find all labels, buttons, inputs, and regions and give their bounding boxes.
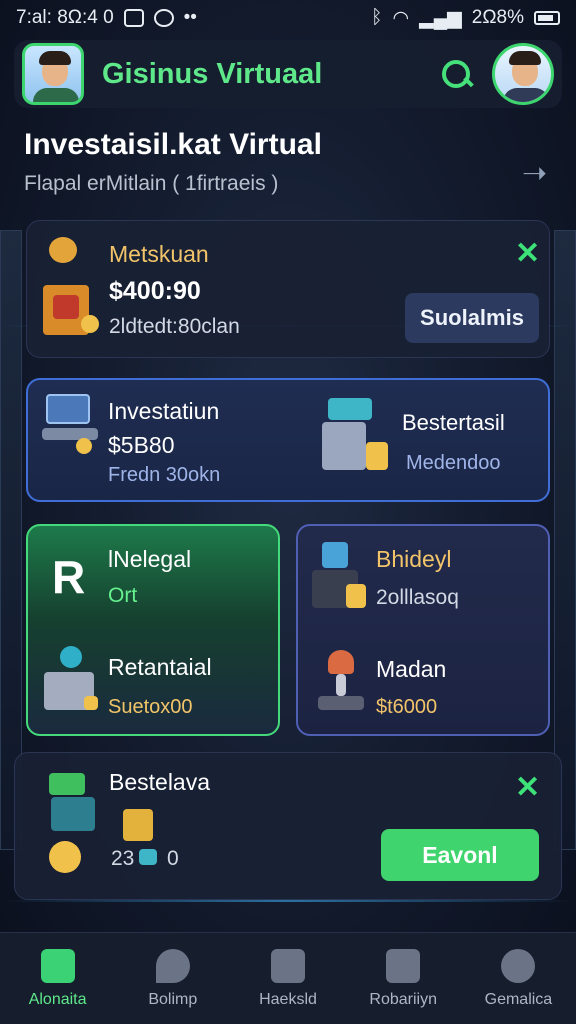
- location-icon: [155, 948, 190, 983]
- card-action-button[interactable]: Suolalmis: [405, 293, 539, 343]
- character-figure-illustration: [314, 650, 368, 714]
- nav-item-haeksld[interactable]: Haeksld: [230, 933, 345, 1024]
- nav-label: Gemalica: [484, 990, 553, 1008]
- card-amount: 23: [111, 847, 135, 870]
- card-amount: $5B80: [108, 432, 175, 458]
- card-detail: 2olllasoq: [376, 586, 459, 609]
- card-title: lNelegal: [108, 546, 192, 572]
- app-title: Gisinus Virtuaal: [102, 57, 323, 90]
- bluetooth-icon: ᛒ: [371, 7, 383, 28]
- community-icon: [501, 948, 536, 983]
- card-badge: Ort: [108, 584, 138, 607]
- card-title-secondary: Madan: [376, 656, 447, 682]
- close-icon[interactable]: ✕: [515, 773, 540, 803]
- nav-label: Bolimp: [148, 990, 198, 1008]
- robot-box-illustration: [41, 237, 101, 341]
- page-subtitle: Flapal erMitlain ( 1firtraeis ): [24, 172, 279, 195]
- investment-card-investatiun[interactable]: Investatiun $5B80 Fredn 30okn Bestertasi…: [26, 378, 550, 502]
- nav-label: Haeksld: [259, 990, 317, 1008]
- card-side-title: Bestertasil: [402, 410, 505, 435]
- card-amount-suffix: 0: [167, 847, 179, 870]
- battery-icon: [534, 11, 560, 25]
- card-title: Investatiun: [108, 398, 220, 424]
- battery-percent: 2Ω8%: [471, 7, 524, 28]
- nav-item-gemalica[interactable]: Gemalica: [461, 933, 576, 1024]
- safe-box-illustration: [312, 542, 368, 612]
- nav-label: Robariiyn: [369, 990, 437, 1008]
- card-detail: 2ldtedt:80clan: [109, 315, 240, 338]
- bottom-nav: Alonaita Bolimp Haeksld Robariiyn Gemali…: [0, 932, 576, 1024]
- card-title-secondary: Retantaial: [108, 654, 212, 680]
- nav-item-robariiyn[interactable]: Robariiyn: [346, 933, 461, 1024]
- edit-icon: [271, 948, 305, 983]
- card-side-detail: Medendoo: [406, 452, 501, 474]
- page-title: Investaisil.kat Virtual: [24, 128, 322, 161]
- card-title: Bhideyl: [376, 546, 452, 572]
- nav-item-home[interactable]: Alonaita: [0, 933, 115, 1024]
- profile-avatar[interactable]: [22, 43, 84, 105]
- investment-card-metskuan[interactable]: Metskuan $400:90 2ldtedt:80clan ✕ Suolal…: [26, 220, 550, 358]
- nav-label: Alonaita: [28, 990, 87, 1008]
- wifi-icon: ◠: [392, 7, 410, 29]
- card-detail: Fredn 30okn: [108, 464, 221, 486]
- card-name: Metskuan: [109, 241, 209, 267]
- r-logo-icon: R: [52, 551, 86, 603]
- nav-item-bolimp[interactable]: Bolimp: [115, 933, 230, 1024]
- user-avatar[interactable]: [492, 43, 554, 105]
- notification-box-icon: [386, 948, 421, 983]
- glow-line: [0, 900, 576, 902]
- app-header: Gisinus Virtuaal: [14, 40, 562, 108]
- more-notifications-icon: ••: [183, 7, 197, 28]
- status-bar: 7:al: 8Ω:4 0 •• ᛒ ◠ ▂▄▆ 2Ω8%: [0, 0, 576, 36]
- card-action-button[interactable]: Eavonl: [381, 829, 539, 881]
- card-amount-secondary: $t6000: [376, 696, 438, 718]
- search-icon[interactable]: [436, 54, 476, 94]
- home-icon: [40, 948, 75, 983]
- arrow-right-icon[interactable]: ➝: [522, 156, 547, 191]
- computer-desk-illustration: [42, 394, 102, 454]
- investment-card-bhideyl[interactable]: Bhideyl 2olllasoq Madan $t6000: [296, 524, 550, 736]
- investment-card-nelegal[interactable]: R lNelegal Ort Retantaial Suetox00: [26, 524, 280, 736]
- signal-icon: ▂▄▆: [419, 7, 462, 29]
- card-title: Bestelava: [109, 769, 211, 795]
- card-amount-secondary: Suetox00: [108, 696, 193, 718]
- sync-notification-icon: [153, 9, 174, 27]
- building-coins-illustration: [318, 398, 388, 478]
- close-icon[interactable]: ✕: [515, 239, 540, 269]
- machine-illustration: [44, 646, 100, 712]
- image-notification-icon: [123, 9, 144, 27]
- investment-card-bestelava[interactable]: Bestelava 23 0 ✕ Eavonl: [14, 752, 562, 900]
- status-time: 7:al: 8Ω:4 0: [16, 7, 114, 28]
- card-amount: $400:90: [109, 277, 201, 305]
